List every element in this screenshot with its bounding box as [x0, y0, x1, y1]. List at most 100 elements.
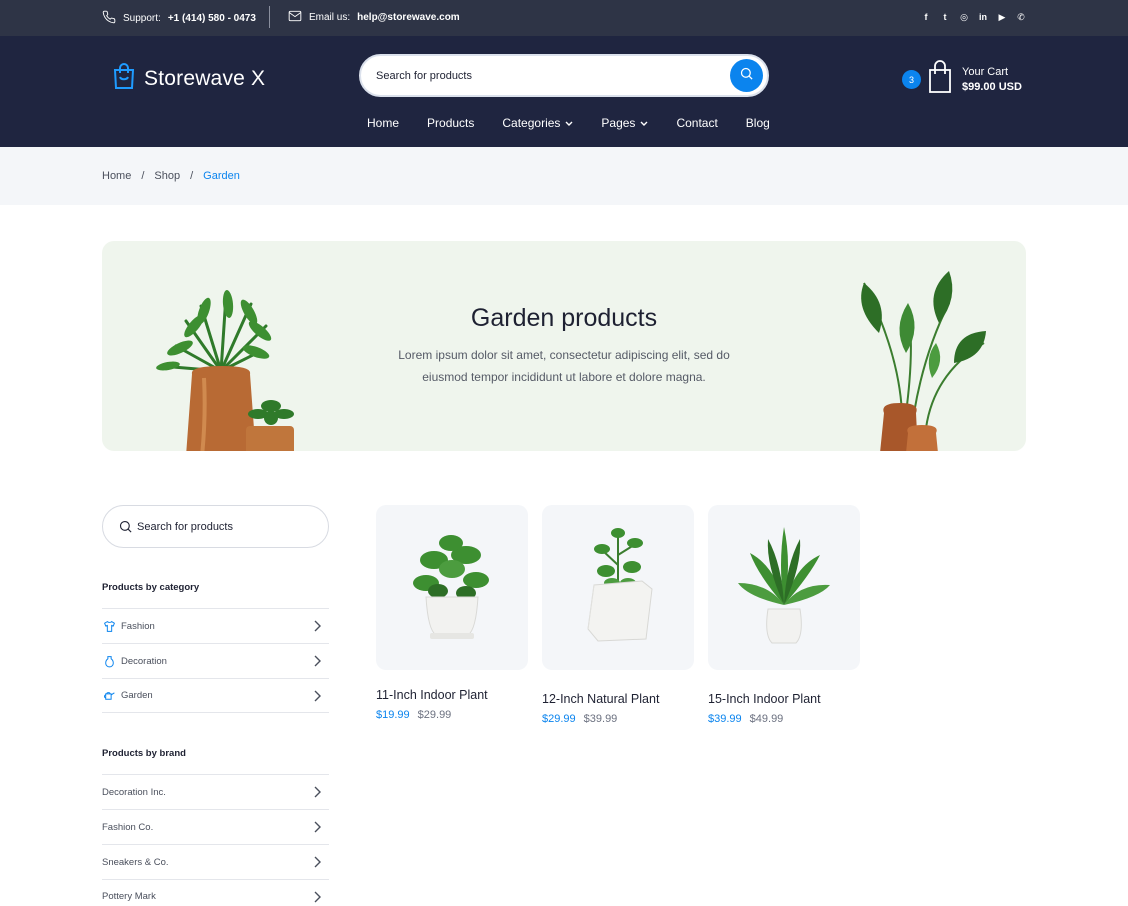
support-phone[interactable]: +1 (414) 580 - 0473	[168, 13, 256, 24]
youtube-icon[interactable]: ▶	[997, 11, 1007, 23]
chevron-right-icon	[313, 655, 321, 670]
hero-description: Lorem ipsum dolor sit amet, consectetur …	[398, 348, 730, 384]
cart-widget[interactable]: 3 Your Cart $99.00 USD	[902, 60, 1022, 99]
brand-list: Decoration Inc. Fashion Co. Sneakers & Co.…	[102, 774, 329, 906]
cart-bag-icon	[928, 60, 952, 99]
chevron-right-icon	[313, 891, 321, 906]
category-hero: Garden products Lorem ipsum dolor sit am…	[102, 241, 1026, 451]
chevron-right-icon	[313, 786, 321, 801]
email-info: Email us: help@storewave.com	[288, 10, 460, 25]
social-links: f t ◎ in ▶ ✆	[921, 11, 1026, 23]
regular-price: $29.99	[417, 709, 452, 721]
search-icon	[118, 519, 133, 539]
facebook-icon[interactable]: f	[921, 11, 931, 23]
nav-item-label: Home	[367, 116, 400, 130]
product-name[interactable]: 11-Inch Indoor Plant	[376, 688, 528, 702]
cart-label: Your Cart	[962, 65, 1009, 78]
regular-price: $49.99	[749, 713, 784, 725]
category-heading: Products by category	[102, 582, 200, 593]
chevron-right-icon	[313, 856, 321, 871]
brand-heading: Products by brand	[102, 748, 186, 759]
nav-item-label: Blog	[745, 116, 770, 130]
cart-total: $99.00 USD	[962, 80, 1022, 93]
breadcrumb-shop[interactable]: Shop	[154, 170, 180, 182]
support-label: Support:	[123, 13, 161, 24]
header-search-input[interactable]	[376, 66, 716, 86]
breadcrumb-separator: /	[141, 170, 145, 182]
hero-plant-right-image	[861, 271, 986, 451]
product-image[interactable]	[542, 505, 694, 670]
breadcrumb-separator: /	[190, 170, 194, 182]
nav-item-label: Contact	[676, 116, 718, 130]
brand-item-label: Pottery Mark	[102, 891, 156, 902]
breadcrumb-home[interactable]: Home	[102, 170, 131, 182]
product-name[interactable]: 12-Inch Natural Plant	[542, 692, 694, 706]
nav-item-label: Categories	[502, 116, 561, 130]
search-icon	[739, 66, 754, 86]
header-search	[359, 54, 769, 97]
vase-icon	[102, 654, 116, 668]
watering-can-icon	[102, 689, 116, 703]
instagram-icon[interactable]: ◎	[959, 11, 969, 23]
brand-item[interactable]: Fashion Co.	[102, 809, 329, 844]
brand-item-label: Fashion Co.	[102, 821, 154, 833]
category-item-label: Decoration	[121, 655, 167, 667]
sale-price: $29.99	[542, 713, 576, 725]
category-item-label: Fashion	[121, 620, 155, 632]
nav-item-contact[interactable]: Contact	[676, 116, 717, 130]
topbar-divider	[269, 6, 270, 28]
brand-item-label: Sneakers & Co.	[102, 856, 169, 868]
regular-price: $39.99	[583, 713, 618, 725]
product-prices: $19.99 $29.99	[376, 709, 528, 721]
brand-logo[interactable]: Storewave X	[112, 62, 265, 95]
main-header: Storewave X 3 Your Cart $99.00 USD Home P…	[0, 36, 1128, 147]
breadcrumb-bar: Home / Shop / Garden	[0, 147, 1128, 205]
chevron-right-icon	[313, 690, 321, 705]
product-prices: $39.99 $49.99	[708, 713, 860, 725]
header-search-button[interactable]	[730, 59, 763, 92]
brand-item[interactable]: Sneakers & Co.	[102, 844, 329, 879]
nav-item-products[interactable]: Products	[427, 116, 474, 130]
whatsapp-icon[interactable]: ✆	[1016, 11, 1026, 23]
category-list: Fashion Decoration Garden	[102, 608, 329, 713]
linkedin-icon[interactable]: in	[978, 11, 988, 23]
phone-icon	[102, 10, 116, 27]
nav-item-label: Pages	[601, 116, 636, 130]
sale-price: $39.99	[708, 713, 742, 725]
product-image[interactable]	[376, 505, 528, 670]
nav-item-blog[interactable]: Blog	[746, 116, 770, 130]
shopping-bag-icon	[112, 62, 136, 95]
shirt-icon	[102, 619, 116, 633]
sidebar-search	[102, 505, 329, 548]
twitter-icon[interactable]: t	[940, 11, 950, 23]
envelope-icon	[288, 10, 302, 25]
nav-item-home[interactable]: Home	[367, 116, 399, 130]
nav-item-label: Products	[427, 116, 475, 130]
email-label: Email us:	[309, 12, 351, 23]
chevron-down-icon	[640, 116, 648, 130]
product-image[interactable]	[708, 505, 860, 670]
brand-item[interactable]: Pottery Mark	[102, 879, 329, 906]
brand-name: Storewave X	[144, 66, 266, 90]
main-nav: Home Products Categories Pages Contact Blog	[367, 116, 798, 130]
product-card[interactable]: 11-Inch Indoor Plant $19.99 $29.99	[376, 505, 528, 721]
product-card[interactable]: 12-Inch Natural Plant $29.99 $39.99	[542, 505, 694, 725]
category-item-fashion[interactable]: Fashion	[102, 608, 329, 643]
chevron-right-icon	[313, 620, 321, 635]
cart-count-badge: 3	[902, 70, 921, 89]
email-link[interactable]: help@storewave.com	[357, 12, 460, 23]
nav-item-pages[interactable]: Pages	[601, 116, 648, 130]
category-item-garden[interactable]: Garden	[102, 678, 329, 713]
category-item-decoration[interactable]: Decoration	[102, 643, 329, 678]
cart-summary: Your Cart $99.00 USD	[962, 65, 1022, 95]
product-name[interactable]: 15-Inch Indoor Plant	[708, 692, 860, 706]
category-item-label: Garden	[121, 690, 153, 701]
product-card[interactable]: 15-Inch Indoor Plant $39.99 $49.99	[708, 505, 860, 725]
nav-item-categories[interactable]: Categories	[502, 116, 573, 130]
chevron-right-icon	[313, 821, 321, 836]
brand-item[interactable]: Decoration Inc.	[102, 774, 329, 809]
breadcrumb: Home / Shop / Garden	[102, 170, 240, 182]
sidebar-search-input[interactable]	[137, 518, 317, 536]
chevron-down-icon	[565, 116, 573, 130]
breadcrumb-current: Garden	[203, 170, 240, 182]
